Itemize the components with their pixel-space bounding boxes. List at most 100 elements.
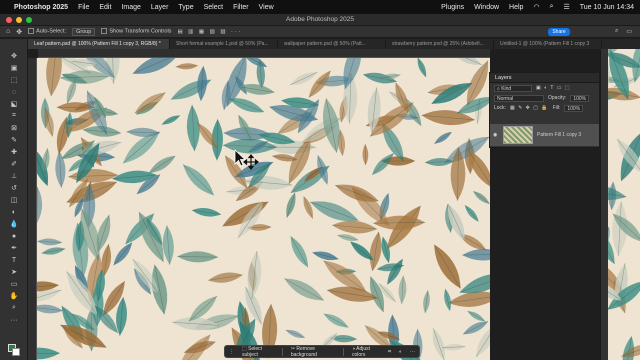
lasso-tool-icon[interactable]: ◌ xyxy=(9,87,19,97)
search-icon[interactable]: ⌕ xyxy=(550,3,554,11)
tab-leaf-pattern[interactable]: Leaf pattern.psd @ 100% (Pattern Fill 1 … xyxy=(28,39,170,49)
tab-strawberry[interactable]: strawberry pattern.psd @ 25% (Adobefi... xyxy=(386,39,494,49)
layers-blend-row: Normal Opacity: 100% xyxy=(490,93,599,103)
marquee-tool-icon[interactable]: ⬚ xyxy=(9,75,19,85)
clock[interactable]: Tue 10 Jun 14:34 xyxy=(580,4,634,11)
search-help-icon[interactable]: ⌕ xyxy=(615,28,618,35)
photoshop-screen: Photoshop 2025 File Edit Image Layer Typ… xyxy=(0,0,640,360)
filter-kind-label: Kind xyxy=(501,85,512,92)
crop-tool-icon[interactable]: ⌗ xyxy=(9,111,19,121)
move-tool-icon[interactable]: ✥ xyxy=(9,51,19,61)
auto-select-checkbox[interactable] xyxy=(28,28,35,35)
menu-type[interactable]: Type xyxy=(178,4,193,11)
select-subject-label: Select subject xyxy=(242,345,263,358)
share-button[interactable]: Share xyxy=(548,28,570,36)
remove-background-button[interactable]: ✂ Remove background xyxy=(291,346,335,358)
control-center-icon[interactable]: ☰ xyxy=(563,3,569,11)
path-select-tool-icon[interactable]: ➤ xyxy=(9,267,19,277)
more-options-icon[interactable]: ··· xyxy=(410,349,415,355)
opacity-label: Opacity: xyxy=(548,95,567,101)
show-transform-toggle[interactable]: Show Transform Controls xyxy=(101,28,172,35)
separator xyxy=(281,347,283,356)
document-canvas[interactable] xyxy=(37,58,490,360)
menu-bar-right: Plugins Window Help ◠ ⌕ ☰ Tue 10 Jun 14:… xyxy=(441,3,634,11)
window-title: Adobe Photoshop 2025 xyxy=(286,16,354,23)
tab-short-format[interactable]: Short format example 1.psd @ 50% (Pa... xyxy=(170,39,278,49)
drag-handle-icon[interactable]: ⋮ xyxy=(229,349,234,355)
lock-label: Lock: xyxy=(494,105,506,111)
stamp-tool-icon[interactable]: ⊥ xyxy=(9,171,19,181)
brush-tool-icon[interactable]: ✐ xyxy=(9,159,19,169)
mask-icon[interactable]: ◐ xyxy=(399,349,402,355)
window-title-bar: Adobe Photoshop 2025 xyxy=(0,14,640,26)
show-transform-label: Show Transform Controls xyxy=(109,28,172,35)
vertical-ruler[interactable] xyxy=(28,58,37,360)
layer-name[interactable]: Pattern Fill 1 copy 3 xyxy=(537,132,581,138)
blend-mode-dropdown[interactable]: Normal xyxy=(494,94,544,102)
menu-window[interactable]: Window xyxy=(474,4,499,11)
zoom-tool-icon[interactable]: ⌕ xyxy=(9,303,19,313)
layer-row-pattern-fill[interactable]: ◉ Pattern Fill 1 copy 3 xyxy=(490,124,599,146)
adjust-colors-button[interactable]: ◑ Adjust colors xyxy=(352,346,380,358)
hand-tool-icon[interactable]: ✋ xyxy=(9,291,19,301)
dodge-tool-icon[interactable]: ● xyxy=(9,231,19,241)
show-transform-checkbox[interactable] xyxy=(101,28,108,35)
blur-tool-icon[interactable]: 💧 xyxy=(9,219,19,229)
layer-thumbnail[interactable] xyxy=(503,126,533,144)
healing-tool-icon[interactable]: ✚ xyxy=(9,147,19,157)
fill-label: Fill: xyxy=(552,105,561,111)
menu-image[interactable]: Image xyxy=(121,4,140,11)
move-tool-icon[interactable]: ✥ xyxy=(16,28,22,36)
transform-icon[interactable]: ⌗ xyxy=(388,349,391,355)
contextual-task-bar: ⋮ ⬚ Select subject ✂ Remove background ◑… xyxy=(224,345,420,358)
background-color-swatch[interactable] xyxy=(12,348,20,356)
menu-layer[interactable]: Layer xyxy=(151,4,169,11)
gradient-tool-icon[interactable]: ◐ xyxy=(9,207,19,217)
document-tabs: Leaf pattern.psd @ 100% (Pattern Fill 1 … xyxy=(28,39,640,49)
tab-untitled[interactable]: Untitled-1 @ 100% (Pattern Fill 1 copy 3 xyxy=(494,39,602,49)
adjust-colors-label: Adjust colors xyxy=(352,345,371,358)
layers-panel-title[interactable]: Layers xyxy=(490,73,599,83)
panel-dock xyxy=(600,49,608,360)
eye-icon[interactable]: ◉ xyxy=(493,132,499,138)
top-right-icons: ⌕ ▭ xyxy=(615,28,632,35)
auto-select-dropdown[interactable]: Group xyxy=(72,27,96,36)
more-tools-icon[interactable]: ··· xyxy=(9,315,19,325)
history-brush-icon[interactable]: ↺ xyxy=(9,183,19,193)
lock-icons[interactable]: ▦ ✎ ✥ ▢ 🔒 xyxy=(510,105,549,111)
options-bar: ⌂ ✥ Auto-Select: Group Show Transform Co… xyxy=(0,26,640,38)
move-cursor-icon xyxy=(234,149,259,170)
app-menu[interactable]: Photoshop 2025 xyxy=(14,4,68,11)
fill-field[interactable]: 100% xyxy=(564,104,584,112)
select-subject-button[interactable]: ⬚ Select subject xyxy=(242,346,274,358)
leaf-pattern-artwork xyxy=(37,58,490,360)
wifi-icon[interactable]: ◠ xyxy=(533,3,539,11)
layers-lock-row: Lock: ▦ ✎ ✥ ▢ 🔒 Fill: 100% xyxy=(490,103,599,113)
type-tool-icon[interactable]: T xyxy=(9,255,19,265)
menu-plugins[interactable]: Plugins xyxy=(441,4,464,11)
artboard-tool-icon[interactable]: ▣ xyxy=(9,63,19,73)
align-icons[interactable]: ▤ ▥ ▦ ▧ ▨ ··· xyxy=(177,29,242,35)
object-select-tool-icon[interactable]: ⬕ xyxy=(9,99,19,109)
pen-tool-icon[interactable]: ✒ xyxy=(9,243,19,253)
opacity-field[interactable]: 100% xyxy=(570,94,590,102)
menu-bar: Photoshop 2025 File Edit Image Layer Typ… xyxy=(0,0,640,14)
menu-view[interactable]: View xyxy=(259,4,274,11)
tools-panel: ✥ ▣ ⬚ ◌ ⬕ ⌗ ⊠ ✎ ✚ ✐ ⊥ ↺ ◫ ◐ 💧 ● ✒ T ➤ ▭ … xyxy=(0,39,28,360)
menu-filter[interactable]: Filter xyxy=(233,4,249,11)
eraser-tool-icon[interactable]: ◫ xyxy=(9,195,19,205)
frame-tool-icon[interactable]: ⊠ xyxy=(9,123,19,133)
rectangle-tool-icon[interactable]: ▭ xyxy=(9,279,19,289)
home-icon[interactable]: ⌂ xyxy=(6,28,10,35)
filter-kind-dropdown[interactable]: ⌕ Kind xyxy=(494,84,532,92)
menu-edit[interactable]: Edit xyxy=(99,4,111,11)
menu-help[interactable]: Help xyxy=(509,4,523,11)
menu-select[interactable]: Select xyxy=(204,4,223,11)
workspace-icon[interactable]: ▭ xyxy=(626,28,632,35)
eyedropper-tool-icon[interactable]: ✎ xyxy=(9,135,19,145)
tab-wallpaper[interactable]: wallpaper pattern.psd @ 50% (Patt... xyxy=(278,39,386,49)
horizontal-ruler[interactable] xyxy=(38,49,490,58)
menu-file[interactable]: File xyxy=(78,4,89,11)
auto-select-toggle[interactable]: Auto-Select: xyxy=(28,28,66,35)
filter-icons[interactable]: ▣ ◐ T ▭ ⬚ xyxy=(536,85,571,91)
